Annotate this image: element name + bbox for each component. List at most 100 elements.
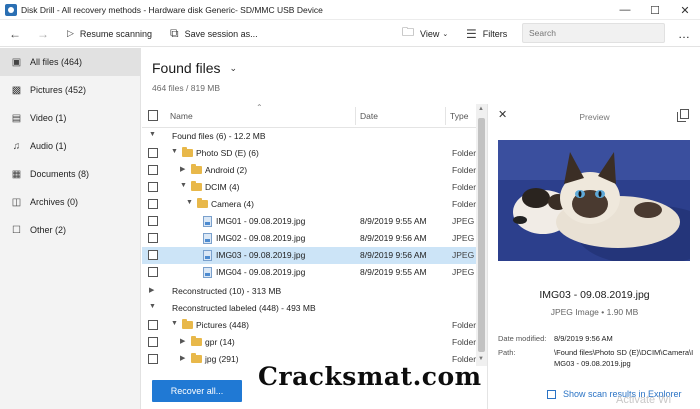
filters-button[interactable]: ☰ Filters bbox=[466, 20, 507, 47]
close-icon[interactable]: ✕ bbox=[670, 0, 700, 20]
table-row[interactable]: ▶ Android (2) Folder bbox=[142, 162, 476, 179]
collapse-triangle-icon[interactable]: ▼ bbox=[171, 148, 178, 155]
activate-windows-text: Activate Wi bbox=[616, 394, 672, 406]
folder-icon bbox=[191, 164, 202, 174]
sidebar-item-all-files[interactable]: ▣ All files (464) bbox=[0, 48, 140, 76]
path-label: Path: bbox=[498, 348, 516, 357]
view-label: View bbox=[420, 28, 440, 39]
collapse-triangle-icon[interactable]: ▼ bbox=[171, 320, 178, 327]
collapse-triangle-icon[interactable]: ▼ bbox=[149, 131, 156, 138]
row-checkbox[interactable] bbox=[148, 354, 158, 364]
row-checkbox[interactable] bbox=[148, 199, 158, 209]
all-files-icon: ▣ bbox=[11, 56, 22, 68]
table-row[interactable]: ▼ Photo SD (E) (6) Folder bbox=[142, 145, 476, 162]
table-header: ⌃ Name Date Type bbox=[142, 103, 485, 128]
row-checkbox[interactable] bbox=[148, 216, 158, 226]
save-session-icon: ⧉ bbox=[170, 26, 179, 40]
sidebar-item-label: Other (2) bbox=[30, 225, 67, 235]
column-header-type[interactable]: Type bbox=[450, 104, 468, 128]
row-checkbox[interactable] bbox=[148, 233, 158, 243]
expand-triangle-icon[interactable]: ▶ bbox=[180, 337, 185, 345]
maximize-icon[interactable]: ☐ bbox=[640, 0, 670, 20]
expand-triangle-icon[interactable]: ▶ bbox=[149, 286, 154, 294]
table-row[interactable]: ▼ Reconstructed labeled (448) - 493 MB bbox=[142, 300, 476, 317]
image-file-icon bbox=[203, 233, 212, 244]
date-modified-value: 8/9/2019 9:56 AM bbox=[554, 334, 613, 343]
folder-icon bbox=[197, 198, 208, 208]
scrollbar-thumb[interactable] bbox=[478, 118, 485, 352]
minimize-icon[interactable]: — bbox=[610, 0, 640, 20]
disk-drill-app-icon bbox=[5, 3, 17, 16]
preview-pane: ✕ Preview IMG03 - 09.08.2019.jpg JPEG Im… bbox=[487, 104, 700, 409]
sidebar-item-video[interactable]: ▤ Video (1) bbox=[0, 104, 140, 132]
table-row[interactable]: ▶ gpr (14) Folder bbox=[142, 334, 476, 351]
scroll-up-icon[interactable]: ▲ bbox=[478, 106, 484, 112]
row-checkbox[interactable] bbox=[148, 182, 158, 192]
collapse-triangle-icon[interactable]: ▼ bbox=[180, 182, 187, 189]
open-file-icon[interactable] bbox=[677, 109, 689, 122]
collapse-triangle-icon[interactable]: ▼ bbox=[186, 199, 193, 206]
expand-triangle-icon[interactable]: ▶ bbox=[180, 165, 185, 173]
row-checkbox[interactable] bbox=[148, 267, 158, 277]
preview-file-type: JPEG Image • 1.90 MB bbox=[550, 307, 639, 317]
sidebar-item-archives[interactable]: ◫ Archives (0) bbox=[0, 188, 140, 216]
back-arrow-icon[interactable]: ← bbox=[9, 20, 27, 47]
image-file-icon bbox=[203, 250, 212, 261]
more-options-icon[interactable]: … bbox=[678, 20, 690, 47]
file-tree-table: ▼ Found files (6) - 12.2 MB ▼ Photo SD (… bbox=[142, 128, 476, 366]
found-files-dropdown[interactable]: Found files ⌄ bbox=[152, 60, 237, 76]
table-row[interactable]: ▶ Reconstructed (10) - 313 MB bbox=[142, 283, 476, 300]
row-name: gpr (14) bbox=[205, 337, 235, 347]
sidebar-item-audio[interactable]: ♫ Audio (1) bbox=[0, 132, 140, 160]
row-name: IMG03 - 09.08.2019.jpg bbox=[216, 250, 306, 260]
row-checkbox[interactable] bbox=[148, 165, 158, 175]
table-row[interactable]: ▼ Found files (6) - 12.2 MB bbox=[142, 128, 476, 145]
folder-icon bbox=[182, 319, 193, 329]
row-type: Folder bbox=[452, 199, 476, 209]
column-divider[interactable] bbox=[355, 107, 356, 125]
row-checkbox[interactable] bbox=[148, 337, 158, 347]
sidebar-item-pictures[interactable]: ▩ Pictures (452) bbox=[0, 76, 140, 104]
sidebar-item-label: Pictures (452) bbox=[30, 85, 87, 95]
preview-title: Preview bbox=[579, 112, 610, 122]
table-row[interactable]: ▼ Camera (4) Folder bbox=[142, 196, 476, 213]
column-header-name[interactable]: Name bbox=[170, 104, 193, 128]
resume-scanning-button[interactable]: ▷ Resume scanning bbox=[67, 20, 152, 47]
table-scrollbar[interactable]: ▲ ▼ bbox=[476, 104, 487, 366]
forward-arrow-icon[interactable]: → bbox=[37, 20, 55, 47]
sidebar-item-other[interactable]: ☐ Other (2) bbox=[0, 216, 140, 244]
filters-label: Filters bbox=[482, 28, 508, 39]
image-file-icon bbox=[203, 216, 212, 227]
row-name: Reconstructed (10) - 313 MB bbox=[172, 286, 282, 296]
row-checkbox[interactable] bbox=[148, 250, 158, 260]
row-name: IMG02 - 09.08.2019.jpg bbox=[216, 233, 306, 243]
table-row[interactable]: ▼ DCIM (4) Folder bbox=[142, 179, 476, 196]
audio-icon: ♫ bbox=[12, 140, 21, 152]
sidebar-item-label: Documents (8) bbox=[30, 169, 90, 179]
collapse-triangle-icon[interactable]: ▼ bbox=[149, 303, 156, 310]
row-type: JPEG Im bbox=[452, 267, 476, 277]
folder-icon bbox=[191, 353, 202, 363]
recover-all-button[interactable]: Recover all... bbox=[152, 380, 242, 402]
table-row-selected[interactable]: IMG03 - 09.08.2019.jpg 8/9/2019 9:56 AM … bbox=[142, 247, 476, 264]
column-divider[interactable] bbox=[445, 107, 446, 125]
expand-triangle-icon[interactable]: ▶ bbox=[180, 354, 185, 362]
column-header-date[interactable]: Date bbox=[360, 104, 378, 128]
table-row[interactable]: ▼ Pictures (448) Folder bbox=[142, 317, 476, 334]
resume-scanning-label: Resume scanning bbox=[79, 28, 152, 39]
row-checkbox[interactable] bbox=[148, 320, 158, 330]
view-dropdown[interactable]: 🗀 View ⌄ bbox=[402, 20, 448, 47]
row-checkbox[interactable] bbox=[148, 148, 158, 158]
window-title: Disk Drill - All recovery methods - Hard… bbox=[21, 4, 323, 15]
row-type: JPEG Im bbox=[452, 233, 476, 243]
row-type: JPEG Im bbox=[452, 250, 476, 260]
table-row[interactable]: IMG02 - 09.08.2019.jpg 8/9/2019 9:56 AM … bbox=[142, 230, 476, 247]
table-row[interactable]: IMG04 - 09.08.2019.jpg 8/9/2019 9:55 AM … bbox=[142, 264, 476, 281]
select-all-checkbox[interactable] bbox=[148, 110, 158, 121]
archive-icon: ◫ bbox=[11, 196, 22, 208]
sidebar-item-documents[interactable]: ▦ Documents (8) bbox=[0, 160, 140, 188]
table-row[interactable]: IMG01 - 09.08.2019.jpg 8/9/2019 9:55 AM … bbox=[142, 213, 476, 230]
save-session-button[interactable]: ⧉ Save session as... bbox=[170, 20, 258, 47]
filter-sliders-icon: ☰ bbox=[466, 26, 477, 41]
search-input[interactable] bbox=[522, 23, 665, 43]
